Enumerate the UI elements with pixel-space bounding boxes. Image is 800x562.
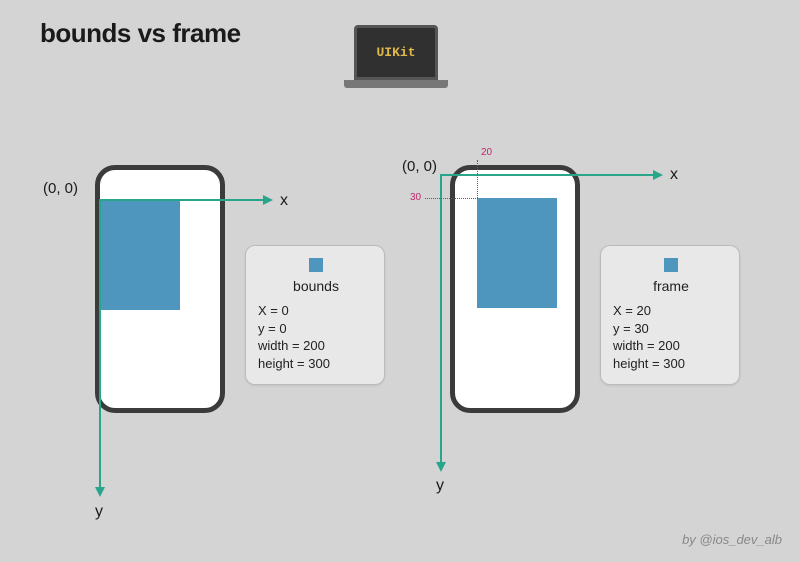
- x-label-frame: x: [670, 166, 678, 184]
- offset-y-line: [425, 198, 478, 199]
- y-axis-bounds: [99, 199, 101, 489]
- origin-label-bounds: (0, 0): [43, 180, 78, 197]
- x-axis-frame: [440, 174, 655, 176]
- swatch-icon: [309, 258, 323, 272]
- bounds-y: y = 0: [258, 320, 374, 338]
- laptop-base: [344, 80, 448, 88]
- offset-y-value: 30: [410, 192, 421, 203]
- bounds-card-title: bounds: [258, 278, 374, 294]
- phone-frame: [450, 165, 580, 413]
- laptop-screen: UIKit: [354, 25, 438, 80]
- view-rect-frame: [477, 198, 557, 308]
- swatch-icon: [664, 258, 678, 272]
- byline: by @ios_dev_alb: [682, 532, 782, 547]
- x-label-bounds: x: [280, 192, 288, 210]
- bounds-width: width = 200: [258, 337, 374, 355]
- x-axis-bounds: [100, 199, 265, 201]
- laptop-illustration: UIKit: [346, 25, 446, 103]
- y-label-bounds: y: [95, 503, 103, 521]
- frame-height: height = 300: [613, 355, 729, 373]
- view-rect-bounds: [100, 200, 180, 310]
- phone-bounds: [95, 165, 225, 413]
- bounds-x: X = 0: [258, 302, 374, 320]
- y-arrow-bounds: [95, 487, 105, 497]
- origin-label-frame: (0, 0): [402, 158, 437, 175]
- laptop-brand-text: UIKit: [376, 45, 415, 60]
- y-arrow-frame: [436, 462, 446, 472]
- offset-x-line: [477, 160, 478, 198]
- frame-card: frame X = 20 y = 30 width = 200 height =…: [600, 245, 740, 385]
- bounds-card: bounds X = 0 y = 0 width = 200 height = …: [245, 245, 385, 385]
- x-arrow-frame: [653, 170, 663, 180]
- y-label-frame: y: [436, 477, 444, 495]
- page-title: bounds vs frame: [40, 18, 241, 49]
- offset-x-value: 20: [481, 147, 492, 158]
- frame-width: width = 200: [613, 337, 729, 355]
- frame-card-title: frame: [613, 278, 729, 294]
- x-arrow-bounds: [263, 195, 273, 205]
- bounds-height: height = 300: [258, 355, 374, 373]
- frame-x: X = 20: [613, 302, 729, 320]
- frame-y: y = 30: [613, 320, 729, 338]
- y-axis-frame: [440, 174, 442, 464]
